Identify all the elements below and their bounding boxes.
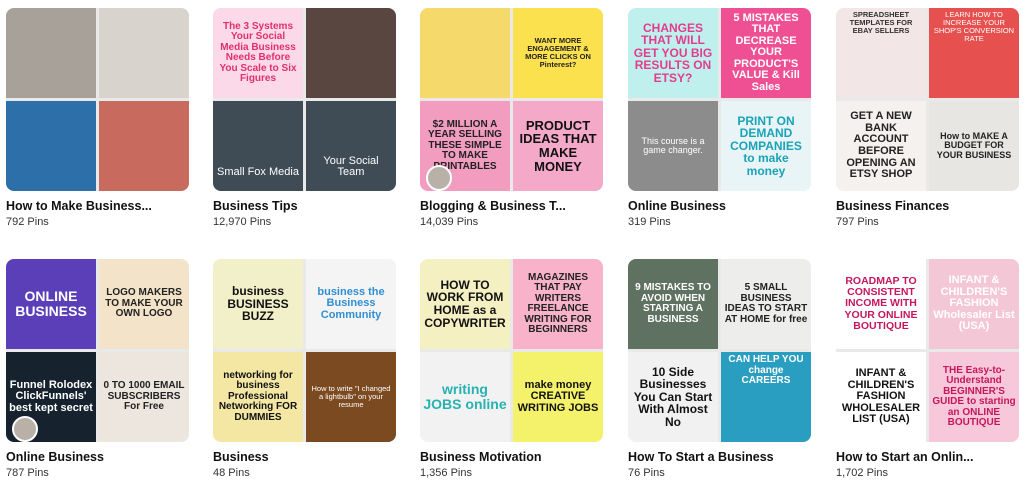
- board-cover[interactable]: ROADMAP TO CONSISTENT INCOME WITH YOUR O…: [836, 259, 1019, 442]
- board-title[interactable]: Business Motivation: [420, 450, 603, 464]
- board-cover[interactable]: The 3 Systems Your Social Media Business…: [213, 8, 396, 191]
- board-cover[interactable]: 9 MISTAKES TO AVOID WHEN STARTING A BUSI…: [628, 259, 811, 442]
- board-pin-count: 792 Pins: [6, 216, 49, 228]
- board-card[interactable]: ROADMAP TO CONSISTENT INCOME WITH YOUR O…: [836, 259, 1019, 479]
- board-cover-image: [6, 8, 96, 98]
- board-cover[interactable]: [6, 8, 189, 191]
- board-title[interactable]: Blogging & Business T...: [420, 199, 603, 213]
- board-pin-count: 76 Pins: [628, 467, 665, 479]
- avatar: [426, 165, 452, 191]
- board-title[interactable]: Business Tips: [213, 199, 396, 213]
- board-cover-image: business the Business Community: [306, 259, 396, 349]
- board-cover-image: [99, 8, 189, 98]
- board-cover-image: How to MAKE A BUDGET FOR YOUR BUSINESS: [929, 101, 1019, 191]
- board-card[interactable]: SPREADSHEET TEMPLATES FOR EBAY SELLERS L…: [836, 8, 1019, 228]
- board-cover-image: PRODUCT IDEAS THAT MAKE MONEY: [513, 101, 603, 191]
- board-cover-image: MAGAZINES THAT PAY WRITERS FREELANCE WRI…: [513, 259, 603, 349]
- board-cover-image: PRINT ON DEMAND COMPANIES to make money: [721, 101, 811, 191]
- board-cover[interactable]: SPREADSHEET TEMPLATES FOR EBAY SELLERS L…: [836, 8, 1019, 191]
- board-pin-count: 48 Pins: [213, 467, 250, 479]
- board-title[interactable]: How to Make Business...: [6, 199, 189, 213]
- board-cover-image: ONLINE BUSINESS: [6, 259, 96, 349]
- board-pin-count: 12,970 Pins: [213, 216, 272, 228]
- board-title[interactable]: Online Business: [628, 199, 811, 213]
- board-cover[interactable]: ONLINE BUSINESS LOGO MAKERS TO MAKE YOUR…: [6, 259, 189, 442]
- board-cover-image: 0 TO 1000 EMAIL SUBSCRIBERS For Free: [99, 352, 189, 442]
- board-pin-count: 14,039 Pins: [420, 216, 479, 228]
- board-cover[interactable]: WANT MORE ENGAGEMENT & MORE CLICKS ON Pi…: [420, 8, 603, 191]
- board-pin-count: 1,702 Pins: [836, 467, 888, 479]
- board-cover-image: 5 MISTAKES THAT DECREASE YOUR PRODUCT'S …: [721, 8, 811, 98]
- board-title[interactable]: How to Start an Onlin...: [836, 450, 1019, 464]
- board-cover-image: WANT MORE ENGAGEMENT & MORE CLICKS ON Pi…: [513, 8, 603, 98]
- board-title[interactable]: Business: [213, 450, 396, 464]
- board-cover-image: SPREADSHEET TEMPLATES FOR EBAY SELLERS: [836, 8, 926, 98]
- board-cover-image: LEARN HOW TO INCREASE YOUR SHOP'S CONVER…: [929, 8, 1019, 98]
- board-cover-image: 9 MISTAKES TO AVOID WHEN STARTING A BUSI…: [628, 259, 718, 349]
- board-cover-image: CAN HELP YOU change CAREERS: [721, 352, 811, 442]
- board-pin-count: 787 Pins: [6, 467, 49, 479]
- board-cover[interactable]: business BUSINESS BUZZ business the Busi…: [213, 259, 396, 442]
- board-cover-image: ROADMAP TO CONSISTENT INCOME WITH YOUR O…: [836, 259, 926, 349]
- board-cover-image: This course is a game changer.: [628, 101, 718, 191]
- board-cover-image: INFANT & CHILDREN'S FASHION Wholesaler L…: [929, 259, 1019, 349]
- board-title[interactable]: Business Finances: [836, 199, 1019, 213]
- board-card[interactable]: ONLINE BUSINESS LOGO MAKERS TO MAKE YOUR…: [6, 259, 189, 479]
- board-cover-image: [420, 8, 510, 98]
- board-card[interactable]: CHANGES THAT WILL GET YOU BIG RESULTS ON…: [628, 8, 811, 228]
- board-cover-image: How to write "I changed a lightbulb" on …: [306, 352, 396, 442]
- board-pin-count: 797 Pins: [836, 216, 879, 228]
- avatar: [12, 416, 38, 442]
- board-cover-image: CHANGES THAT WILL GET YOU BIG RESULTS ON…: [628, 8, 718, 98]
- board-cover-image: writing JOBS online: [420, 352, 510, 442]
- board-cover-image: Your Social Team: [306, 101, 396, 191]
- board-cover-image: THE Easy-to-Understand BEGINNER'S GUIDE …: [929, 352, 1019, 442]
- board-card[interactable]: How to Make Business... 792 Pins: [6, 8, 189, 228]
- boards-grid: How to Make Business... 792 Pins The 3 S…: [0, 0, 1024, 487]
- board-pin-count: 1,356 Pins: [420, 467, 472, 479]
- board-card[interactable]: HOW TO WORK FROM HOME as a COPYWRITER MA…: [420, 259, 603, 479]
- board-cover[interactable]: HOW TO WORK FROM HOME as a COPYWRITER MA…: [420, 259, 603, 442]
- board-cover-image: INFANT & CHILDREN'S FASHION WHOLESALER L…: [836, 352, 926, 442]
- board-cover-image: 5 SMALL BUSINESS IDEAS TO START AT HOME …: [721, 259, 811, 349]
- board-title[interactable]: Online Business: [6, 450, 189, 464]
- board-pin-count: 319 Pins: [628, 216, 671, 228]
- board-cover-image: networking for business Professional Net…: [213, 352, 303, 442]
- board-title[interactable]: How To Start a Business: [628, 450, 811, 464]
- board-cover-image: Small Fox Media: [213, 101, 303, 191]
- board-cover-image: The 3 Systems Your Social Media Business…: [213, 8, 303, 98]
- board-cover-image: business BUSINESS BUZZ: [213, 259, 303, 349]
- board-card[interactable]: WANT MORE ENGAGEMENT & MORE CLICKS ON Pi…: [420, 8, 603, 228]
- board-cover-image: 10 Side Businesses You Can Start With Al…: [628, 352, 718, 442]
- board-card[interactable]: The 3 Systems Your Social Media Business…: [213, 8, 396, 228]
- board-cover-image: [6, 101, 96, 191]
- board-cover-image: HOW TO WORK FROM HOME as a COPYWRITER: [420, 259, 510, 349]
- board-cover-image: make money CREATIVE WRITING JOBS: [513, 352, 603, 442]
- board-card[interactable]: 9 MISTAKES TO AVOID WHEN STARTING A BUSI…: [628, 259, 811, 479]
- board-card[interactable]: business BUSINESS BUZZ business the Busi…: [213, 259, 396, 479]
- board-cover-image: LOGO MAKERS TO MAKE YOUR OWN LOGO: [99, 259, 189, 349]
- board-cover-image: GET A NEW BANK ACCOUNT BEFORE OPENING AN…: [836, 101, 926, 191]
- board-cover[interactable]: CHANGES THAT WILL GET YOU BIG RESULTS ON…: [628, 8, 811, 191]
- board-cover-image: [306, 8, 396, 98]
- board-cover-image: [99, 101, 189, 191]
